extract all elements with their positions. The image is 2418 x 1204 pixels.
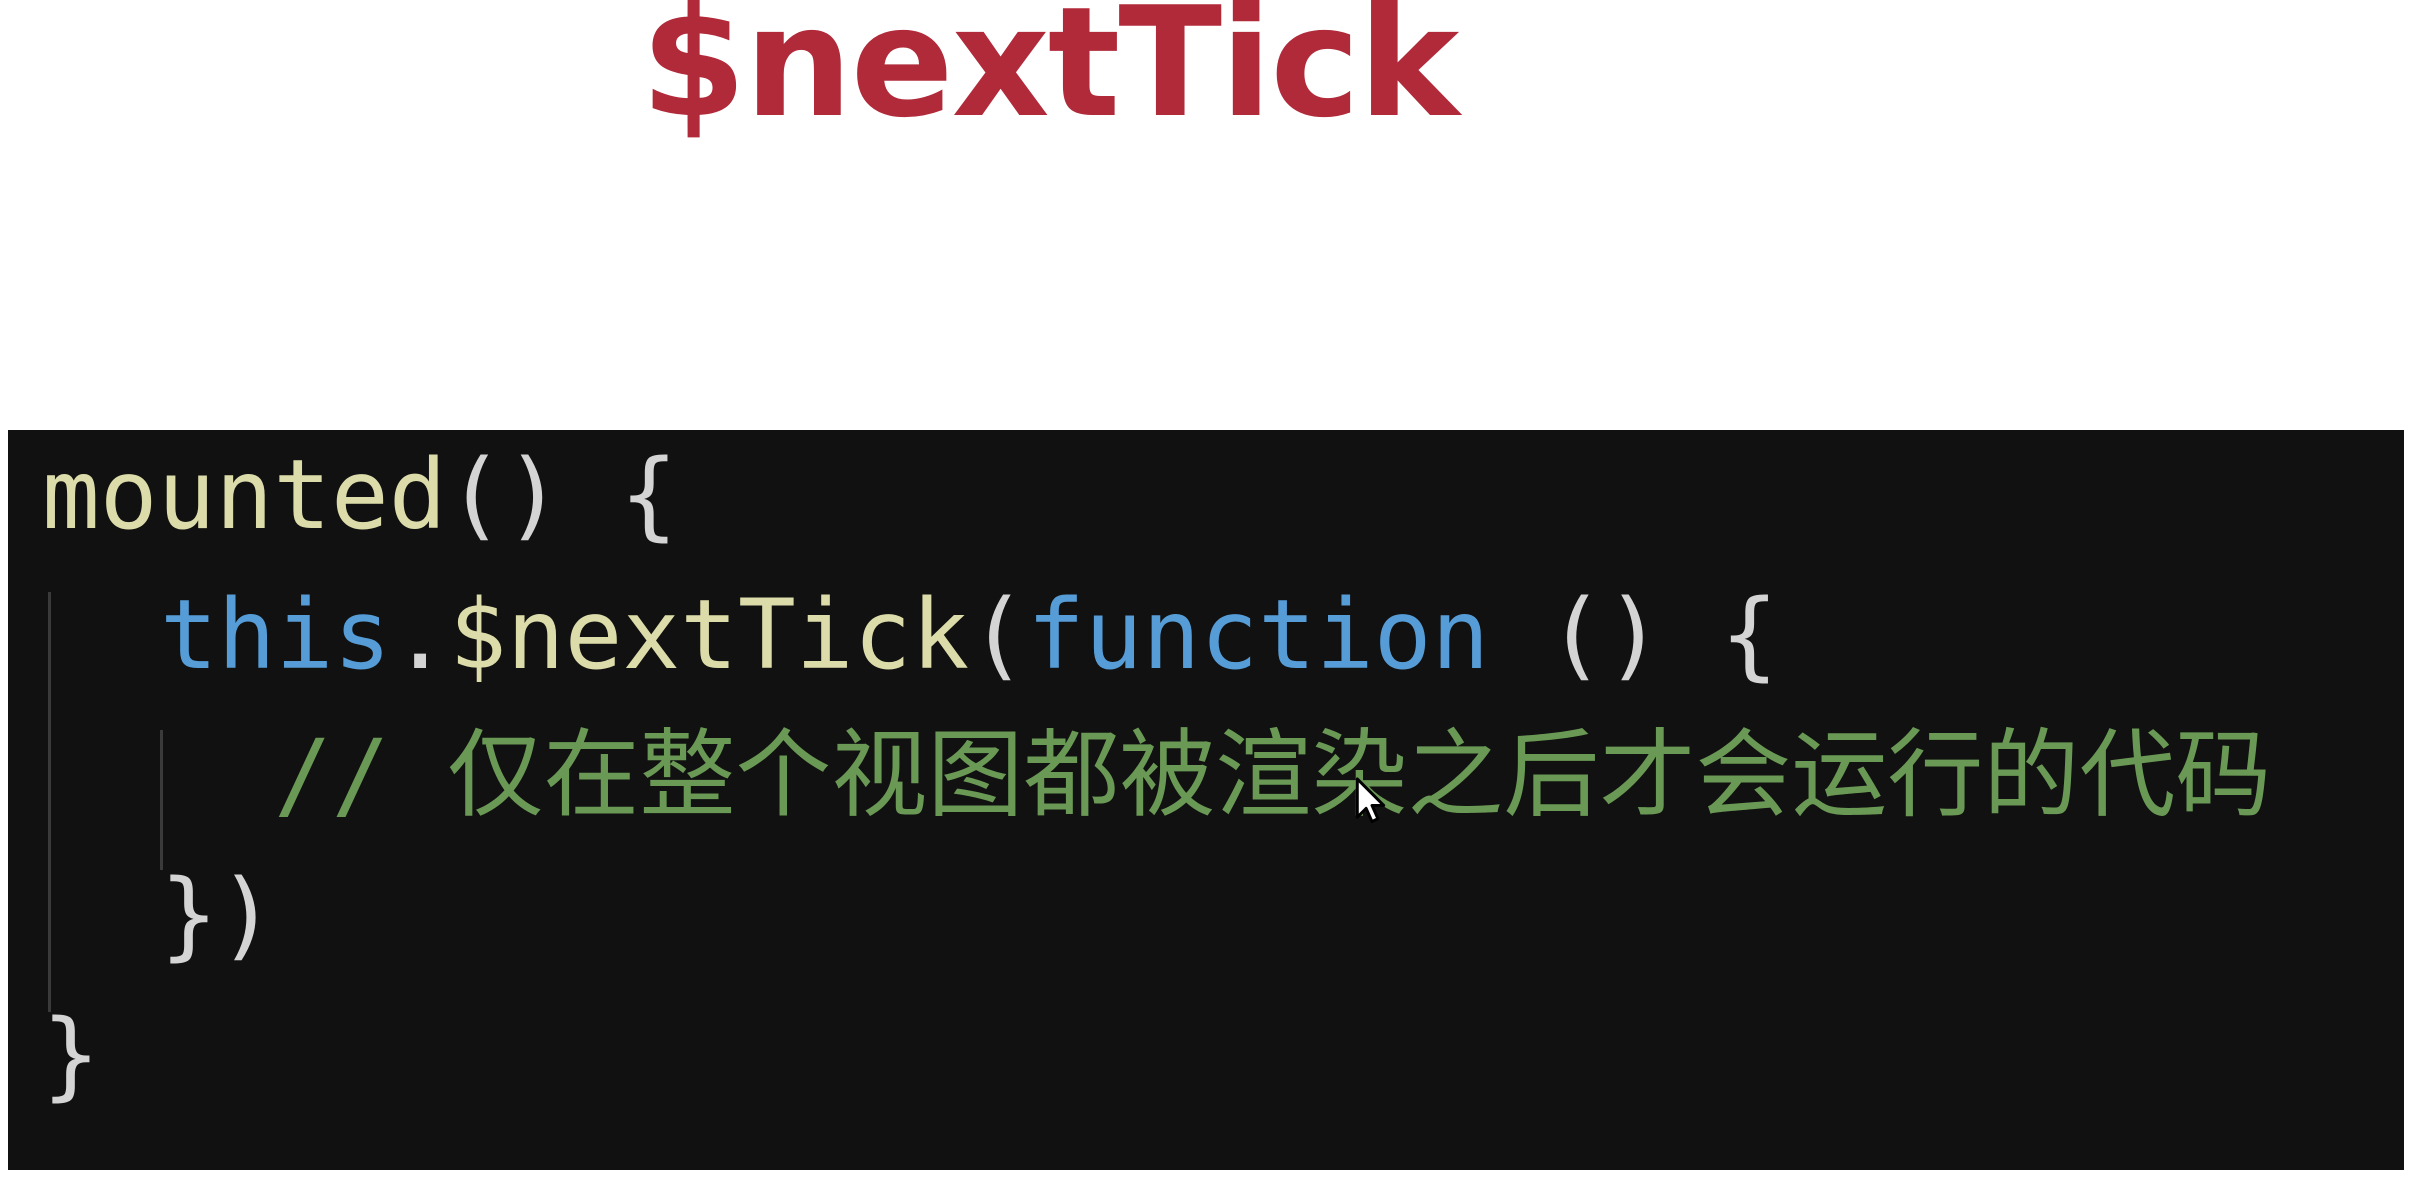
indent-guide-inner [160,730,163,870]
code-line-1: mounted() { [42,430,678,560]
code-block: mounted() { this.$nextTick(function () {… [8,430,2404,1170]
code-line-2: this.$nextTick(function () { [160,570,1778,700]
token-comment: // 仅在整个视图都被渲染之后才会运行的代码 [274,719,2272,831]
code-line-4: }) [160,850,276,980]
indent-guide-outer [48,592,51,1012]
token-dot: . [391,579,449,691]
slide-title: $nextTick [640,0,1460,151]
token-open-paren: ( [969,579,1027,691]
code-line-3: // 仅在整个视图都被渲染之后才会运行的代码 [274,710,2271,840]
token-this: this [160,579,392,691]
token-closing-brace: } [42,999,100,1111]
token-method: $nextTick [448,579,970,691]
token-punctuation: () { [446,439,678,551]
token-closing: }) [160,859,276,971]
token-function-keyword: function [1026,579,1490,691]
token-function-name: mounted [42,439,447,551]
code-line-5: } [42,990,100,1120]
token-punctuation: () { [1489,579,1779,691]
mouse-pointer-icon [1355,777,1386,824]
slide: $nextTick mounted() { this.$nextTick(fun… [0,0,2418,1204]
